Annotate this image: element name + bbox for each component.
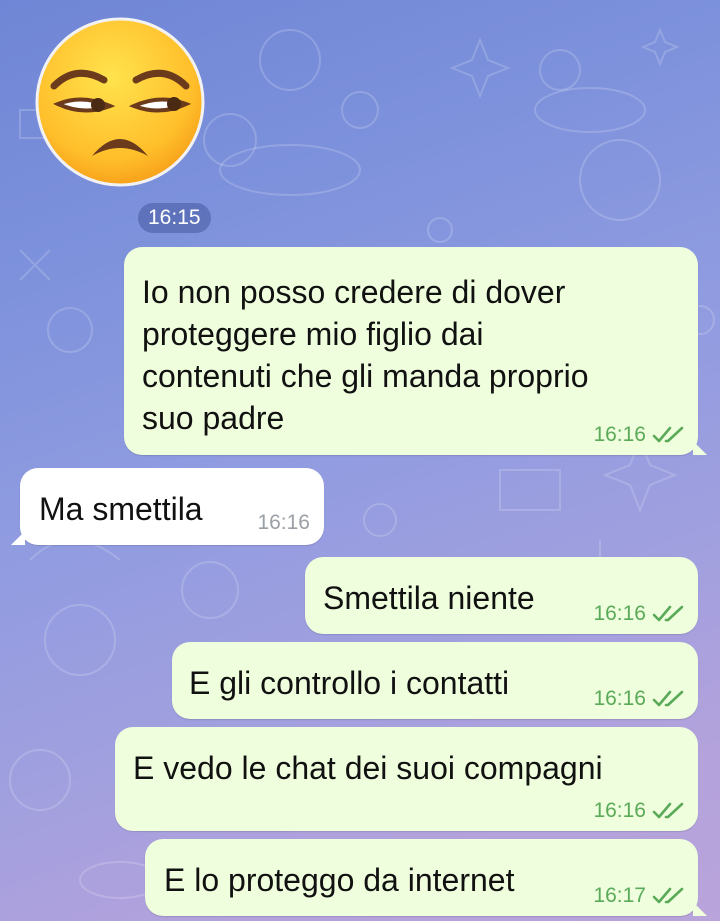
outgoing-message[interactable]: Io non posso credere di dover proteggere… xyxy=(124,247,707,455)
double-check-icon xyxy=(652,605,684,622)
chat-area: 16:15 Io non posso credere di dover prot… xyxy=(0,0,720,921)
message-meta: 16:16 xyxy=(593,423,686,447)
message-meta: 16:17 xyxy=(593,884,686,908)
message-meta: 16:16 xyxy=(257,511,310,535)
message-text: Io non posso credere di dover proteggere… xyxy=(142,274,589,436)
sticker-message[interactable]: 16:15 xyxy=(34,16,211,233)
unamused-face-icon xyxy=(35,17,205,187)
incoming-message[interactable]: Ma smettila 16:16 xyxy=(11,468,324,545)
message-time: 16:16 xyxy=(593,687,646,710)
outgoing-message[interactable]: E vedo le chat dei suoi compagni 16:16 xyxy=(115,727,698,831)
double-check-icon xyxy=(652,887,684,904)
double-check-icon xyxy=(652,690,684,707)
outgoing-message[interactable]: Smettila niente 16:16 xyxy=(305,557,698,634)
message-text: E vedo le chat dei suoi compagni xyxy=(133,750,603,786)
message-meta: 16:16 xyxy=(593,602,686,626)
message-time: 16:16 xyxy=(257,511,310,534)
double-check-icon xyxy=(652,426,684,443)
message-time: 16:16 xyxy=(593,602,646,625)
outgoing-message[interactable]: E gli controllo i contatti 16:16 xyxy=(172,642,698,719)
message-meta: 16:16 xyxy=(593,799,686,823)
message-time: 16:17 xyxy=(593,884,646,907)
message-time: 16:16 xyxy=(593,799,646,822)
message-time: 16:16 xyxy=(593,423,646,446)
message-meta: 16:16 xyxy=(593,687,686,711)
double-check-icon xyxy=(652,802,684,819)
sticker-timestamp: 16:15 xyxy=(138,203,211,233)
outgoing-message[interactable]: E lo proteggo da internet 16:17 xyxy=(145,839,707,916)
